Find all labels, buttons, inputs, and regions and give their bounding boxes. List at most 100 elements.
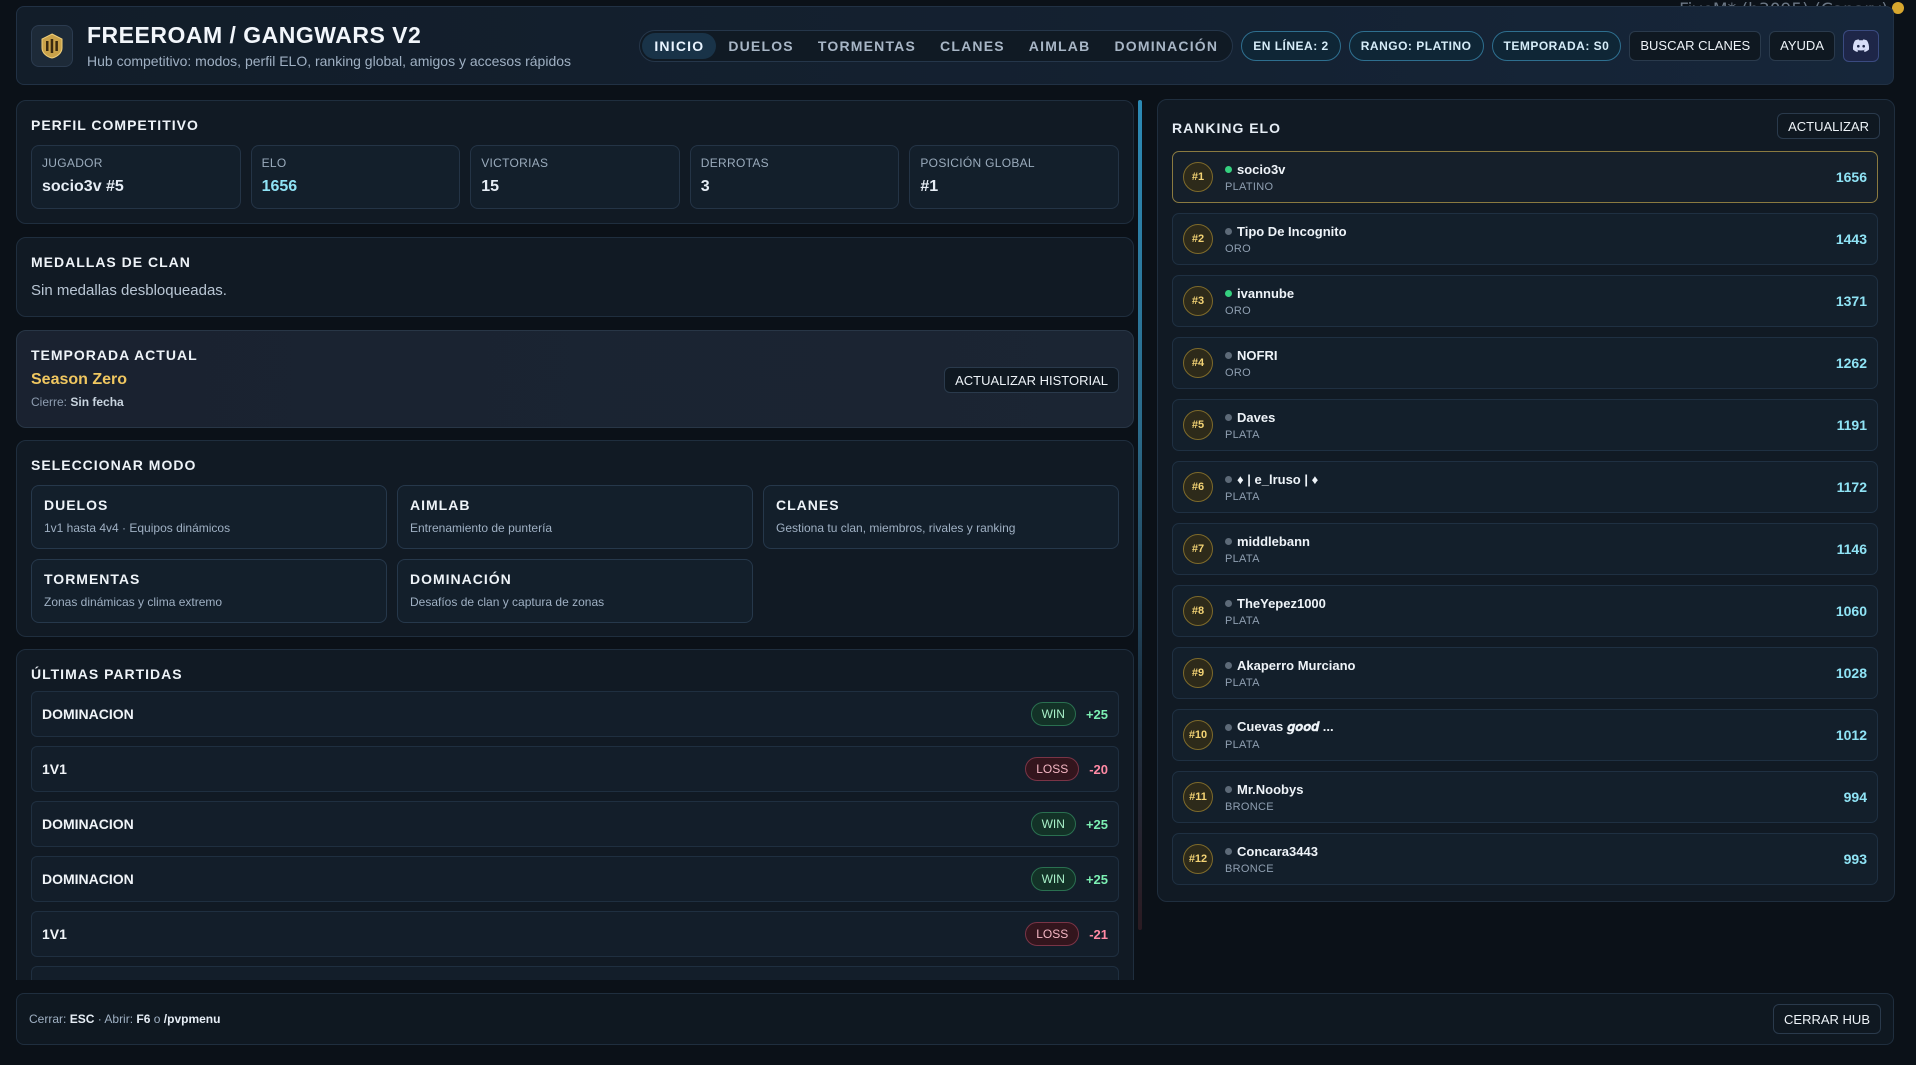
ranking-row[interactable]: #8 TheYepez1000 PLATA 1060 [1172,585,1878,637]
rank-position-badge: #2 [1183,224,1213,254]
mode-aimlab[interactable]: AIMLAB Entrenamiento de puntería [397,485,753,549]
stat-value: #1 [920,178,939,195]
stat-value: 15 [481,178,499,195]
season-close-value: Sin fecha [70,395,124,409]
player-name: Cuevas 𝒈𝒐𝒐𝒅 ... [1237,719,1334,734]
match-mode: 1V1 [42,926,67,942]
match-elo-delta: -21 [1089,926,1108,942]
stat-label: DERROTAS [700,156,769,170]
player-tier: PLATA [1225,490,1260,503]
mode-duelos[interactable]: DUELOS 1v1 hasta 4v4 · Equipos dinámicos [31,485,387,549]
tab-dominacion[interactable]: DOMINACIÓN [1102,33,1230,59]
rank-position-badge: #6 [1183,472,1213,502]
player-tier: BRONCE [1225,800,1274,813]
online-status-icon [1225,351,1232,359]
stat-losses: DERROTAS 3 [689,145,900,209]
online-count-badge: EN LÍNEA: 2 [1241,30,1341,61]
tab-duelos[interactable]: DUELOS [716,33,806,59]
ranking-refresh-button[interactable]: ACTUALIZAR [1777,113,1880,139]
stat-value: 3 [700,178,710,195]
help-button[interactable]: AYUDA [1769,30,1835,61]
ranking-row[interactable]: #11 Mr.Noobys BRONCE 994 [1172,771,1878,823]
stat-label: ELO [261,156,287,170]
season-close-label: Cierre: [31,395,68,409]
ranking-row[interactable]: #10 Cuevas 𝒈𝒐𝒐𝒅 ... PLATA 1012 [1172,709,1878,761]
ranking-row[interactable]: #6 ♦ | e_lruso | ♦ PLATA 1172 [1172,461,1878,513]
stat-value: 1656 [261,178,298,195]
ranking-row[interactable]: #12 Concara3443 BRONCE 993 [1172,833,1878,885]
match-mode: DOMINACION [42,871,134,887]
player-elo: 1262 [1835,355,1867,371]
update-history-button[interactable]: ACTUALIZAR HISTORIAL [944,367,1119,393]
matches-heading: ÚLTIMAS PARTIDAS [31,666,183,682]
ranking-row[interactable]: #4 NOFRI ORO 1262 [1172,337,1878,389]
hint-or: o [153,1012,161,1026]
online-status-icon [1225,537,1232,545]
player-tier: PLATA [1225,739,1260,751]
match-row: DOMINACION WIN +25 [31,856,1119,902]
player-elo: 1656 [1835,169,1867,185]
stat-wins: VICTORIAS 15 [470,145,680,209]
mode-desc: Entrenamiento de puntería [410,521,553,535]
player-tier: PLATA [1225,614,1260,627]
hub-header: FREEROAM / GANGWARS V2 Hub competitivo: … [16,6,1894,85]
stat-elo: ELO 1656 [250,145,461,209]
ranking-row[interactable]: #2 Tipo De Incognito ORO 1443 [1172,213,1878,265]
mode-tormentas[interactable]: TORMENTAS Zonas dinámicas y clima extrem… [31,559,387,623]
stat-label: POSICIÓN GLOBAL [920,156,1035,170]
season-heading: TEMPORADA ACTUAL [31,347,198,363]
player-elo: 1060 [1835,603,1867,619]
ranking-row[interactable]: #3 ivannube ORO 1371 [1172,275,1878,327]
rank-position-badge: #1 [1183,162,1213,192]
online-status-icon [1225,475,1232,483]
discord-button[interactable] [1843,29,1879,62]
search-clans-button[interactable]: BUSCAR CLANES [1629,30,1762,61]
online-status-icon [1225,413,1232,421]
medals-heading: MEDALLAS DE CLAN [31,254,191,270]
medals-card: MEDALLAS DE CLAN Sin medallas desbloquea… [16,237,1134,317]
match-row: DOMINACION WIN +25 [31,801,1119,847]
left-column: PERFIL COMPETITIVO JUGADOR socio3v #5 EL… [16,100,1136,980]
player-name: socio3v [1237,161,1286,177]
ranking-row[interactable]: #7 middlebann PLATA 1146 [1172,523,1878,575]
tab-tormentas[interactable]: TORMENTAS [806,33,928,59]
recent-matches-card: ÚLTIMAS PARTIDAS DOMINACION WIN +25 1V1 L… [16,649,1134,980]
ranking-row[interactable]: #9 Akaperro Murciano PLATA 1028 [1172,647,1878,699]
tab-inicio[interactable]: INICIO [642,32,717,59]
ranking-heading: RANKING ELO [1172,120,1281,136]
left-scrollbar[interactable] [1138,100,1142,930]
season-badge: TEMPORADA: S0 [1491,30,1622,61]
tab-clanes[interactable]: CLANES [928,33,1017,59]
mode-clanes[interactable]: CLANES Gestiona tu clan, miembros, rival… [763,485,1119,549]
match-result-badge: WIN [1030,702,1076,726]
tab-aimlab[interactable]: AIMLAB [1017,33,1103,59]
player-elo: 994 [1843,789,1867,805]
online-status-icon [1225,661,1232,669]
player-name: ivannube [1237,285,1295,301]
ranking-row[interactable]: #1 socio3v PLATINO 1656 [1172,151,1878,203]
close-hub-button[interactable]: CERRAR HUB [1773,1004,1881,1034]
stat-label: JUGADOR [42,156,103,170]
hint-close-label: Cerrar: [29,1012,67,1026]
discord-icon [1852,39,1870,52]
player-tier: ORO [1225,304,1251,317]
online-status-icon [1225,227,1232,235]
mode-desc: Gestiona tu clan, miembros, rivales y ra… [776,521,1016,535]
player-elo: 1012 [1835,727,1867,743]
player-tier: ORO [1225,366,1251,379]
rank-position-badge: #8 [1183,596,1213,626]
online-status-icon [1225,847,1232,855]
season-card: TEMPORADA ACTUAL Season Zero Cierre: Sin… [16,330,1134,428]
ranking-row[interactable]: #5 Daves PLATA 1191 [1172,399,1878,451]
rank-position-badge: #5 [1183,410,1213,440]
rank-position-badge: #4 [1183,348,1213,378]
medals-empty-text: Sin medallas desbloqueadas. [31,282,227,299]
rank-position-badge: #9 [1183,658,1213,688]
mode-title: DUELOS [44,497,109,513]
player-elo: 1146 [1836,541,1867,557]
modes-card: SELECCIONAR MODO DUELOS 1v1 hasta 4v4 · … [16,440,1134,637]
mode-dominacion[interactable]: DOMINACIÓN Desafíos de clan y captura de… [397,559,753,623]
player-tier: PLATA [1225,676,1260,689]
ranking-panel: RANKING ELO ACTUALIZAR #1 socio3v PLATINO… [1157,99,1895,902]
hint-open-key: F6 [136,1012,151,1026]
